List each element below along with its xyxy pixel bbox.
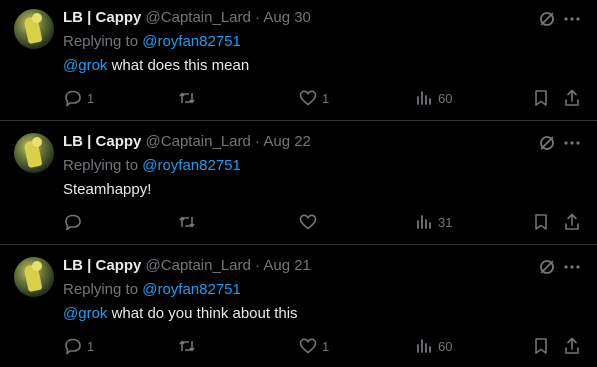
- share-button[interactable]: [562, 86, 582, 110]
- tweet-date[interactable]: Aug 22: [263, 133, 311, 150]
- tweet-actions: 31: [0, 210, 597, 234]
- more-icon: [564, 17, 580, 21]
- retweet-button[interactable]: [177, 86, 201, 110]
- reply-button[interactable]: [63, 210, 87, 234]
- grok-button[interactable]: [537, 257, 557, 277]
- tweet-text: Steamhappy!: [63, 181, 152, 198]
- bookmark-button[interactable]: [531, 86, 551, 110]
- views-icon: [417, 91, 431, 105]
- user-handle[interactable]: @Captain_Lard: [146, 9, 251, 26]
- views-count: 60: [438, 338, 453, 354]
- tweet[interactable]: LB | Cappy @Captain_Lard · Aug 21 Replyi…: [0, 248, 597, 367]
- tweet-text: @grok what does this mean: [63, 57, 250, 74]
- replying-to: Replying to @royfan82751: [63, 33, 241, 50]
- divider: [0, 120, 597, 121]
- views-icon: [417, 339, 431, 353]
- avatar[interactable]: [14, 9, 54, 49]
- retweet-icon: [179, 92, 195, 104]
- views-count: 60: [438, 90, 453, 106]
- replying-to-link[interactable]: @royfan82751: [142, 33, 241, 50]
- grok-icon: [540, 260, 554, 274]
- like-button[interactable]: 1: [298, 86, 329, 110]
- replying-to-link[interactable]: @royfan82751: [142, 281, 241, 298]
- views-button[interactable]: 31: [414, 210, 452, 234]
- grok-icon: [540, 12, 554, 26]
- like-icon: [299, 90, 317, 106]
- replying-to: Replying to @royfan82751: [63, 157, 241, 174]
- avatar[interactable]: [14, 133, 54, 173]
- bookmark-button[interactable]: [531, 210, 551, 234]
- reply-icon: [65, 90, 81, 107]
- views-icon: [417, 215, 431, 229]
- retweet-button[interactable]: [177, 334, 201, 358]
- avatar[interactable]: [14, 257, 54, 297]
- separator: ·: [255, 9, 261, 26]
- separator: ·: [255, 133, 261, 150]
- mention-link[interactable]: @grok: [63, 57, 107, 74]
- tweet-actions: 1 1 60: [0, 86, 597, 110]
- more-button[interactable]: [562, 257, 582, 277]
- like-button[interactable]: 1: [298, 334, 329, 358]
- bookmark-icon: [535, 214, 547, 230]
- views-button[interactable]: 60: [414, 334, 452, 358]
- mention-link[interactable]: @grok: [63, 305, 107, 322]
- more-button[interactable]: [562, 133, 582, 153]
- share-icon: [565, 337, 579, 354]
- bookmark-icon: [535, 338, 547, 354]
- replying-to-link[interactable]: @royfan82751: [142, 157, 241, 174]
- grok-button[interactable]: [537, 133, 557, 153]
- bookmark-icon: [535, 90, 547, 106]
- more-button[interactable]: [562, 9, 582, 29]
- user-handle[interactable]: @Captain_Lard: [146, 257, 251, 274]
- like-icon: [299, 214, 317, 230]
- like-icon: [299, 338, 317, 354]
- display-name[interactable]: LB | Cappy: [63, 133, 141, 150]
- retweet-button[interactable]: [177, 210, 201, 234]
- more-icon: [564, 265, 580, 269]
- reply-button[interactable]: 1: [63, 86, 94, 110]
- views-button[interactable]: 60: [414, 86, 452, 110]
- display-name[interactable]: LB | Cappy: [63, 9, 141, 26]
- retweet-icon: [179, 216, 195, 228]
- reply-count: 1: [87, 90, 95, 106]
- reply-feed: LB | Cappy @Captain_Lard · Aug 30 Replyi…: [0, 0, 597, 367]
- grok-icon: [540, 136, 554, 150]
- like-button[interactable]: [298, 210, 322, 234]
- reply-count: 1: [87, 338, 95, 354]
- replying-to: Replying to @royfan82751: [63, 281, 241, 298]
- grok-button[interactable]: [537, 9, 557, 29]
- share-button[interactable]: [562, 210, 582, 234]
- tweet-actions: 1 1 60: [0, 334, 597, 358]
- tweet-header: LB | Cappy @Captain_Lard · Aug 22: [63, 132, 311, 152]
- more-icon: [564, 141, 580, 145]
- share-button[interactable]: [562, 334, 582, 358]
- reply-button[interactable]: 1: [63, 334, 94, 358]
- share-icon: [565, 213, 579, 230]
- tweet[interactable]: LB | Cappy @Captain_Lard · Aug 30 Replyi…: [0, 0, 597, 121]
- reply-icon: [65, 338, 81, 355]
- user-handle[interactable]: @Captain_Lard: [146, 133, 251, 150]
- like-count: 1: [322, 90, 330, 106]
- tweet-date[interactable]: Aug 30: [263, 9, 311, 26]
- display-name[interactable]: LB | Cappy: [63, 257, 141, 274]
- separator: ·: [255, 257, 261, 274]
- bookmark-button[interactable]: [531, 334, 551, 358]
- share-icon: [565, 89, 579, 106]
- tweet[interactable]: LB | Cappy @Captain_Lard · Aug 22 Replyi…: [0, 124, 597, 245]
- tweet-date[interactable]: Aug 21: [263, 257, 311, 274]
- retweet-icon: [179, 340, 195, 352]
- divider: [0, 244, 597, 245]
- reply-icon: [65, 214, 81, 231]
- tweet-header: LB | Cappy @Captain_Lard · Aug 30: [63, 8, 311, 28]
- tweet-header: LB | Cappy @Captain_Lard · Aug 21: [63, 256, 311, 276]
- tweet-text: @grok what do you think about this: [63, 305, 298, 322]
- like-count: 1: [322, 338, 330, 354]
- views-count: 31: [438, 214, 453, 230]
